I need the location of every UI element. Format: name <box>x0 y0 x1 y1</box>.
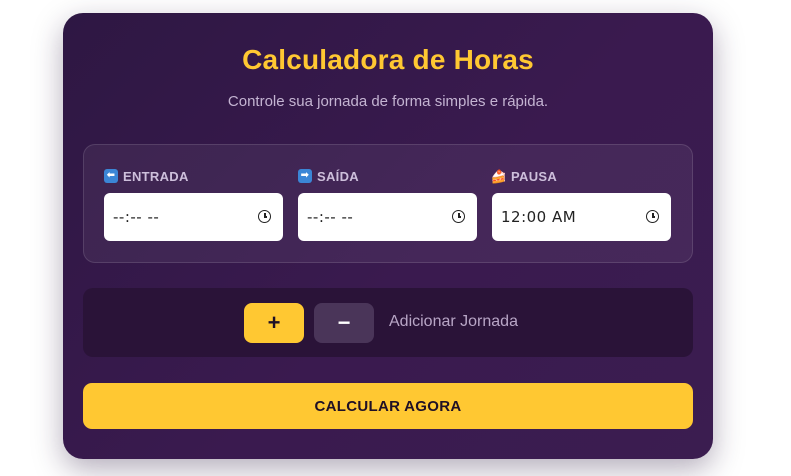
pausa-time-input[interactable]: 12:00 AM <box>492 193 671 241</box>
entrada-time-input[interactable]: --:-- -- <box>104 193 283 241</box>
clock-icon[interactable] <box>646 210 659 223</box>
saida-field: ➡ SAÍDA --:-- -- <box>298 165 477 241</box>
clock-icon[interactable] <box>258 210 271 223</box>
jornada-label: Adicionar Jornada <box>389 313 518 330</box>
calculate-button[interactable]: CALCULAR AGORA <box>83 383 693 429</box>
entrada-label: ENTRADA <box>123 168 189 184</box>
jornada-panel: + − Adicionar Jornada <box>83 288 693 357</box>
remove-jornada-button[interactable]: − <box>314 303 374 343</box>
pausa-label: PAUSA <box>511 168 558 184</box>
saida-label: SAÍDA <box>317 168 359 184</box>
saida-time-input[interactable]: --:-- -- <box>298 193 477 241</box>
left-arrow-icon: ⬅ <box>104 169 118 183</box>
time-inputs-panel: ⬅ ENTRADA --:-- -- ➡ SAÍDA --:-- -- 🍰 PA… <box>83 144 693 263</box>
right-arrow-icon: ➡ <box>298 169 312 183</box>
pausa-field: 🍰 PAUSA 12:00 AM <box>490 165 671 241</box>
add-jornada-button[interactable]: + <box>244 303 304 343</box>
cake-icon: 🍰 <box>490 168 508 184</box>
calculator-card: Calculadora de Horas Controle sua jornad… <box>63 13 713 459</box>
clock-icon[interactable] <box>452 210 465 223</box>
saida-time-value: --:-- -- <box>307 208 354 226</box>
pausa-time-value: 12:00 AM <box>501 208 577 226</box>
page-title: Calculadora de Horas <box>242 44 534 75</box>
page-subtitle: Controle sua jornada de forma simples e … <box>227 93 549 110</box>
entrada-time-value: --:-- -- <box>113 208 160 226</box>
entrada-field: ⬅ ENTRADA --:-- -- <box>104 165 283 241</box>
